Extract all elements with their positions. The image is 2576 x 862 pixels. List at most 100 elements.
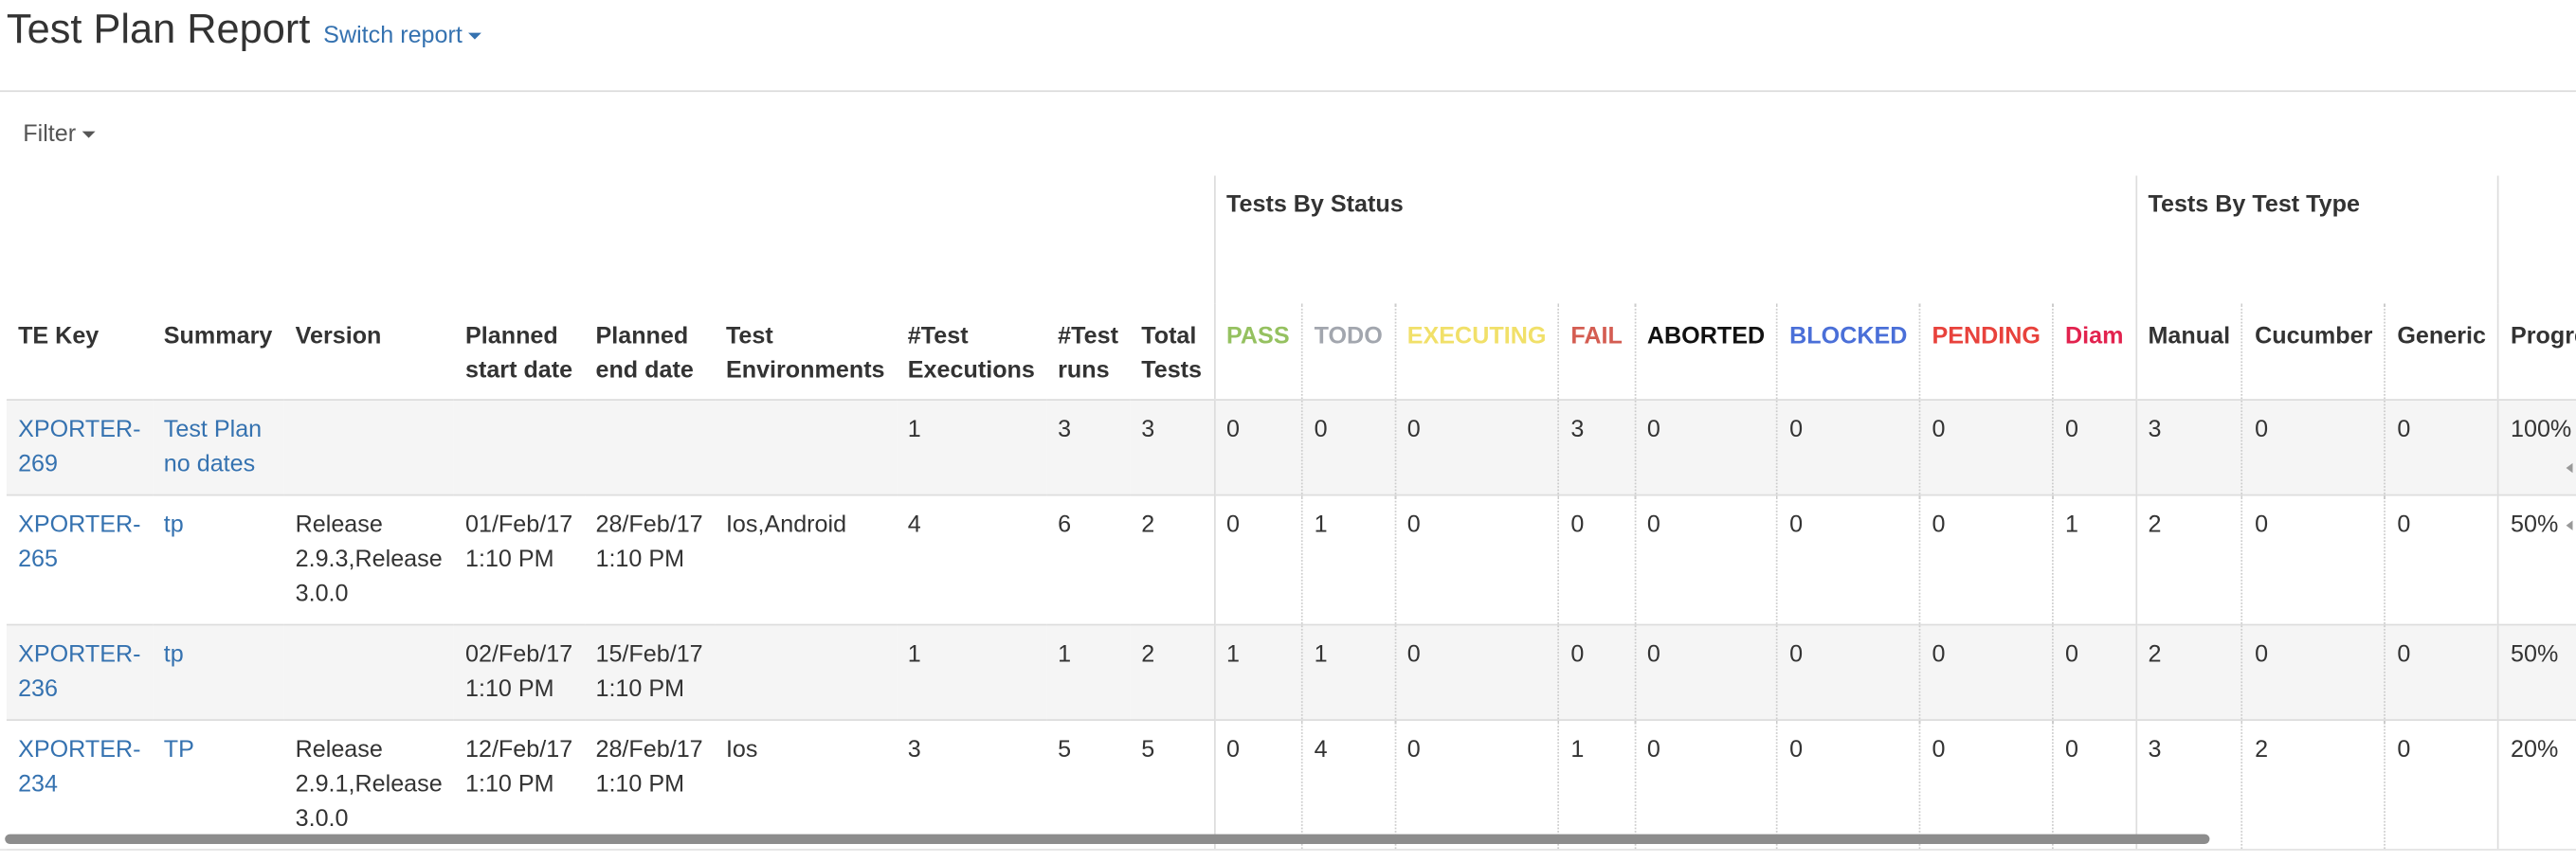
col-planned-end[interactable]: Planned end date (584, 303, 715, 401)
te-key-link[interactable]: XPORTER-236 (18, 642, 140, 703)
summary-link[interactable]: tp (164, 512, 184, 539)
test-env-cell: Ios (725, 737, 758, 764)
col-test-environments[interactable]: Test Environments (714, 303, 897, 401)
caret-down-icon (468, 32, 482, 40)
table-row: XPORTER-234 TP Release 2.9.1,Release 3.0… (6, 720, 2576, 851)
col-manual[interactable]: Manual (2134, 303, 2243, 401)
col-executing[interactable]: EXECUTING (1393, 303, 1559, 401)
total-tests-cell: 3 (1141, 417, 1155, 444)
report-header: Test Plan Report Switch report (7, 7, 482, 54)
col-pass[interactable]: PASS (1213, 303, 1302, 401)
pass-cell: 0 (1213, 720, 1302, 851)
aborted-cell: 0 (1634, 624, 1778, 721)
diam-cell: 0 (2052, 720, 2136, 851)
col-total-tests[interactable]: Total Tests (1130, 303, 1215, 401)
col-todo[interactable]: TODO (1300, 303, 1395, 401)
generic-cell: 0 (2384, 494, 2498, 625)
bottom-divider (0, 849, 2576, 851)
col-test-runs[interactable]: #Test runs (1046, 303, 1131, 401)
te-key-link[interactable]: XPORTER-234 (18, 737, 140, 798)
fail-cell: 0 (1557, 624, 1635, 721)
cucumber-cell: 2 (2241, 720, 2386, 851)
planned-start-cell (454, 400, 584, 495)
caret-down-icon (82, 131, 96, 138)
blocked-cell: 0 (1776, 494, 1920, 625)
fail-cell: 0 (1557, 494, 1635, 625)
col-cucumber[interactable]: Cucumber (2241, 303, 2386, 401)
group-header-status: Tests By Status (1213, 175, 2136, 304)
progress-cell: 20% (2497, 720, 2576, 851)
pass-cell: 0 (1213, 400, 1302, 495)
col-test-executions[interactable]: #Test Executions (896, 303, 1047, 401)
executing-cell: 0 (1393, 720, 1559, 851)
col-te-key[interactable]: TE Key (6, 303, 153, 401)
progress-cell: 50% (2497, 624, 2576, 721)
te-key-link[interactable]: XPORTER-265 (18, 512, 140, 573)
cucumber-cell: 0 (2241, 400, 2386, 495)
total-tests-cell: 2 (1141, 512, 1155, 539)
col-progress[interactable]: Progre (2497, 303, 2576, 401)
col-planned-start[interactable]: Planned start date (453, 303, 585, 401)
switch-report-dropdown[interactable]: Switch report (323, 23, 482, 50)
diam-cell: 1 (2052, 494, 2136, 625)
col-aborted[interactable]: ABORTED (1634, 303, 1778, 401)
horizontal-scrollbar-thumb[interactable] (5, 834, 2210, 844)
column-header-row: TE Key Summary Version Planned start dat… (6, 303, 2576, 401)
blocked-cell: 0 (1776, 624, 1920, 721)
version-cell: Release 2.9.3,Release 3.0.0 (295, 512, 443, 608)
generic-cell: 0 (2384, 400, 2498, 495)
col-pending[interactable]: PENDING (1918, 303, 2053, 401)
te-key-link[interactable]: XPORTER-269 (18, 417, 140, 477)
executing-cell: 0 (1393, 494, 1559, 625)
test-exec-cell: 4 (907, 512, 921, 539)
todo-cell: 4 (1300, 720, 1395, 851)
planned-start-cell: 12/Feb/17 1:10 PM (464, 737, 573, 799)
expand-arrow-icon[interactable] (2566, 462, 2573, 474)
generic-cell: 0 (2384, 624, 2498, 721)
todo-cell: 0 (1300, 400, 1395, 495)
pending-cell: 0 (1918, 400, 2053, 495)
test-env-cell: Ios,Android (725, 512, 847, 539)
test-plan-table: Tests By Status Tests By Test Type TE Ke… (6, 175, 2576, 851)
blocked-cell: 0 (1776, 720, 1920, 851)
col-blocked[interactable]: BLOCKED (1776, 303, 1920, 401)
summary-link[interactable]: TP (164, 737, 194, 763)
summary-link[interactable]: Test Plan no dates (164, 417, 262, 477)
fail-cell: 1 (1557, 720, 1635, 851)
col-diam[interactable]: Diam (2052, 303, 2136, 401)
switch-report-label: Switch report (323, 23, 463, 50)
col-generic[interactable]: Generic (2384, 303, 2498, 401)
planned-start-cell: 01/Feb/17 1:10 PM (464, 512, 573, 573)
planned-end-cell: 15/Feb/17 1:10 PM (595, 641, 703, 703)
col-fail[interactable]: FAIL (1557, 303, 1635, 401)
planned-end-cell (584, 400, 714, 495)
manual-cell: 2 (2134, 624, 2243, 721)
summary-link[interactable]: tp (164, 642, 184, 669)
test-runs-cell: 5 (1058, 737, 1072, 764)
version-cell (283, 400, 453, 495)
filter-label: Filter (23, 121, 77, 149)
manual-cell: 2 (2134, 494, 2243, 625)
test-runs-cell: 1 (1058, 641, 1072, 669)
cucumber-cell: 0 (2241, 624, 2386, 721)
col-version[interactable]: Version (283, 303, 454, 401)
group-header-type: Tests By Test Type (2134, 175, 2498, 304)
pending-cell: 0 (1918, 624, 2053, 721)
filter-dropdown[interactable]: Filter (23, 121, 96, 148)
todo-cell: 1 (1300, 624, 1395, 721)
expand-arrow-icon[interactable] (2566, 520, 2573, 530)
aborted-cell: 0 (1634, 400, 1778, 495)
executing-cell: 0 (1393, 400, 1559, 495)
pending-cell: 0 (1918, 720, 2053, 851)
executing-cell: 0 (1393, 624, 1559, 721)
planned-start-cell: 02/Feb/17 1:10 PM (464, 641, 573, 703)
test-runs-cell: 6 (1058, 512, 1072, 539)
test-exec-cell: 1 (907, 417, 921, 444)
pass-cell: 0 (1213, 494, 1302, 625)
test-exec-cell: 3 (907, 737, 921, 764)
generic-cell: 0 (2384, 720, 2498, 851)
progress-cell: 50% (2497, 494, 2576, 625)
blocked-cell: 0 (1776, 400, 1920, 495)
manual-cell: 3 (2134, 400, 2243, 495)
col-summary[interactable]: Summary (152, 303, 284, 401)
